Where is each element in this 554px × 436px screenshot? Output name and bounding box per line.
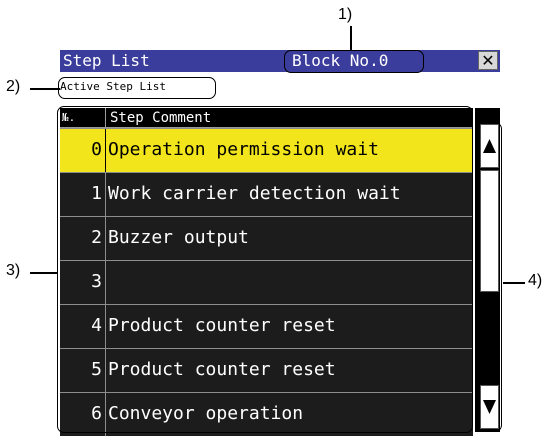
window-title: Step List bbox=[63, 51, 150, 70]
callout-3-leader bbox=[30, 272, 58, 274]
callout-2: 2) bbox=[6, 78, 21, 95]
callout-4-leader bbox=[503, 282, 525, 284]
callout-1: 1) bbox=[338, 6, 353, 23]
close-icon: ✕ bbox=[481, 51, 495, 70]
callout-4: 4) bbox=[528, 272, 543, 289]
callout-1-leader bbox=[350, 26, 352, 50]
window-titlebar: Step List Block No.0 bbox=[60, 50, 500, 72]
close-button[interactable]: ✕ bbox=[478, 51, 498, 70]
callout-2-leader bbox=[30, 88, 60, 90]
callout-1-bracket bbox=[284, 50, 424, 73]
callout-3-bracket bbox=[57, 106, 473, 433]
callout-4-bracket bbox=[477, 122, 502, 432]
callout-2-bracket bbox=[58, 77, 216, 99]
callout-3: 3) bbox=[6, 262, 21, 279]
